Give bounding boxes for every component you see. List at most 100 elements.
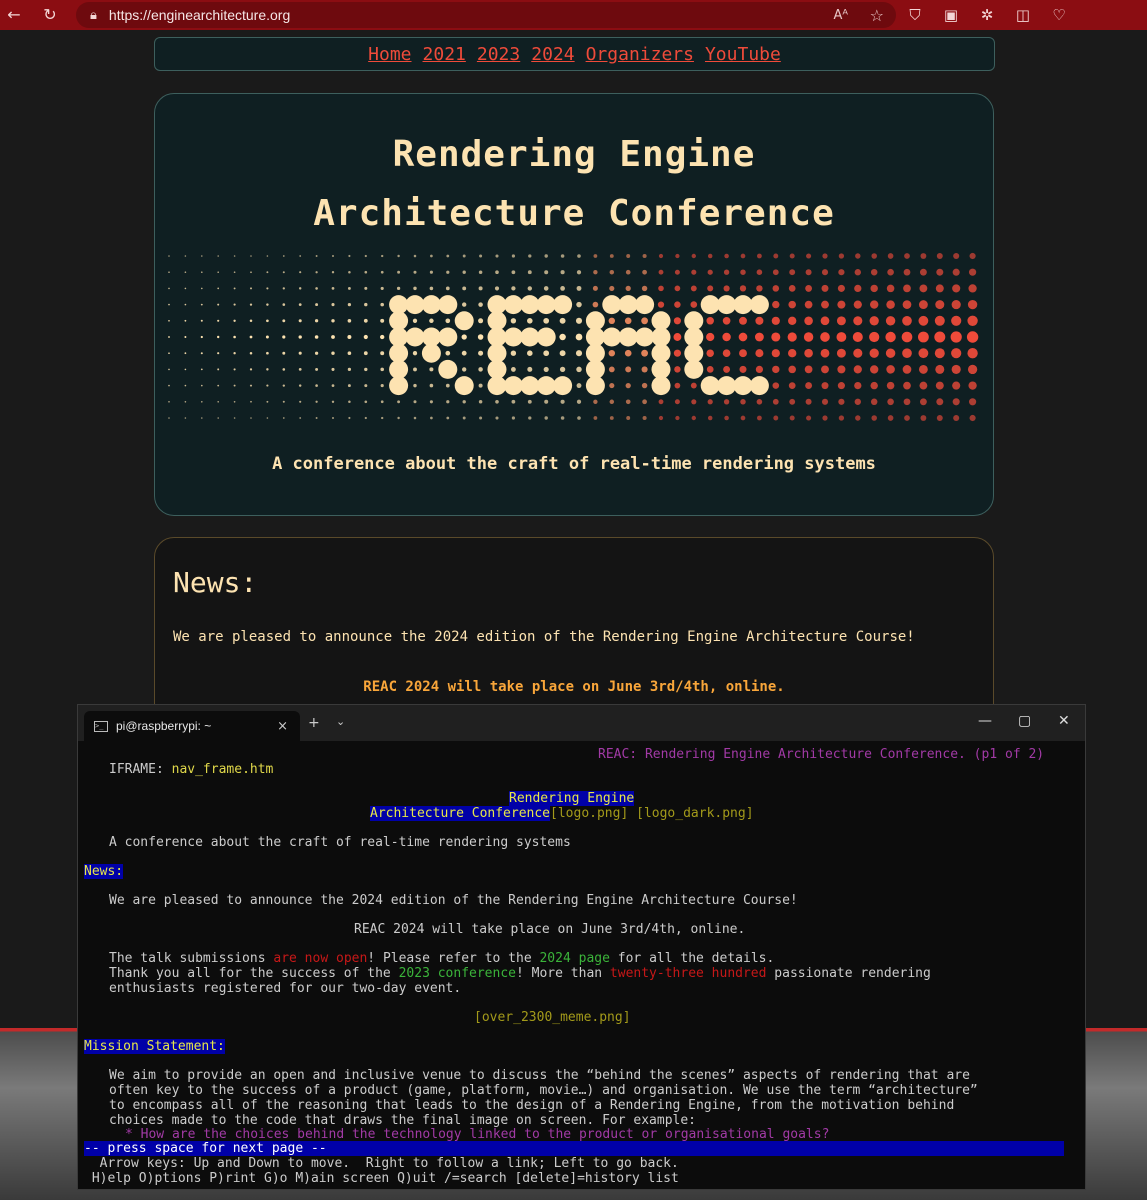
logo-background-dot (952, 268, 960, 276)
logo-background-dot (625, 366, 632, 373)
nav-link-2024[interactable]: 2024 (531, 44, 574, 65)
logo-background-dot (838, 415, 845, 421)
logo-background-dot (282, 319, 286, 323)
logo-background-dot (674, 399, 680, 405)
logo-background-dot (691, 269, 697, 275)
tab-close-icon[interactable]: × (277, 719, 288, 734)
logo-background-dot (250, 417, 252, 419)
new-tab-icon[interactable]: + (308, 715, 320, 731)
lynx-status-bar: -- press space for next page -- (84, 1141, 1064, 1156)
link-2024-page[interactable]: 2024 page (539, 951, 609, 966)
split-screen-icon[interactable]: ◫ (1012, 6, 1034, 24)
logo-background-dot (919, 284, 928, 293)
nav-link-2021[interactable]: 2021 (423, 44, 466, 65)
lynx-help-2: H)elp O)ptions P)rint G)o M)ain screen Q… (84, 1171, 679, 1186)
logo-background-dot (446, 254, 450, 258)
logo-background-dot (593, 399, 598, 404)
logo-background-dot (430, 416, 433, 420)
logo-background-dot (299, 255, 302, 257)
logo-background-dot (853, 365, 862, 374)
terminal-content[interactable]: REAC: Rendering Engine Architecture Conf… (78, 741, 1085, 1189)
logo-background-dot (951, 364, 961, 374)
logo-background-dot (266, 384, 269, 387)
terminal-icon: >_ (94, 720, 108, 732)
back-icon[interactable]: ← (2, 5, 26, 24)
close-icon[interactable]: ✕ (1058, 713, 1070, 729)
nav-link-organizers[interactable]: Organizers (586, 44, 694, 65)
nav-link-youtube[interactable]: YouTube (705, 44, 781, 65)
logo-background-dot (756, 269, 763, 275)
hero-title-line2: Architecture Conference (313, 193, 835, 234)
shield-icon[interactable]: ⛉ (904, 6, 926, 24)
logo-background-dot (478, 286, 483, 291)
logo-background-dot (544, 254, 548, 258)
logo-background-dot (626, 416, 631, 420)
logo-background-dot (674, 269, 680, 275)
refresh-icon[interactable]: ↻ (38, 5, 62, 24)
logo-letter-dot (602, 295, 622, 315)
minimize-icon[interactable]: — (978, 713, 992, 729)
logo-background-dot (869, 348, 879, 358)
logo-background-dot (282, 384, 285, 387)
chevron-down-icon[interactable]: ⌄ (336, 715, 345, 728)
link-2023-conference[interactable]: 2023 conference (399, 966, 516, 981)
logo-background-dot (690, 285, 697, 292)
logo-background-dot (789, 269, 796, 276)
link-twenty-three-hundred[interactable]: twenty-three hundred (610, 966, 767, 981)
link-submissions-open[interactable]: are now open (273, 951, 367, 966)
logo-background-dot (723, 365, 731, 373)
logo-letter-dot (438, 327, 458, 347)
iframe-link[interactable]: nav_frame.htm (172, 762, 274, 777)
logo-background-dot (576, 399, 582, 404)
lynx-bullet: * How are the choices behind the technol… (125, 1127, 830, 1142)
logo-background-dot (511, 399, 516, 404)
logo-background-dot (364, 286, 368, 290)
logo-background-dot (233, 384, 236, 387)
logo-background-dot (331, 271, 335, 274)
logo-background-dot (331, 335, 335, 339)
logo-letter-dot (553, 295, 573, 315)
logo-background-dot (625, 285, 631, 292)
logo-background-dot (201, 287, 203, 290)
logo-background-dot (298, 287, 302, 290)
logo-background-dot (314, 351, 319, 355)
url-text[interactable]: https://enginearchitecture.org (109, 7, 290, 23)
logo-background-dot (314, 319, 319, 323)
maximize-icon[interactable]: ▢ (1018, 713, 1031, 729)
lynx-thanks: Thank you all for the success of the 202… (109, 966, 931, 981)
nav-link-2023[interactable]: 2023 (477, 44, 520, 65)
logo-background-dot (559, 317, 566, 324)
logo-background-dot (674, 366, 681, 373)
logo-background-dot (527, 286, 533, 291)
save-icon[interactable]: ▣ (940, 6, 962, 24)
logo-background-dot (249, 351, 253, 355)
heart-pulse-icon[interactable]: ♡ (1048, 6, 1070, 24)
lock-icon[interactable]: 🔒︎ (90, 8, 97, 23)
logo-background-dot (755, 316, 764, 325)
logo-background-dot (200, 368, 203, 371)
read-aloud-icon[interactable]: Aᴬ (834, 8, 849, 23)
logo-background-dot (266, 319, 269, 323)
nav-link-home[interactable]: Home (368, 44, 411, 65)
logo-background-dot (413, 270, 417, 274)
hero-title-line1: Rendering Engine (392, 134, 756, 175)
terminal-tab[interactable]: >_ pi@raspberrypi: ~ × (84, 711, 300, 741)
logo-background-dot (855, 253, 861, 259)
logo-background-dot (918, 315, 929, 326)
logo-background-dot (577, 416, 581, 420)
logo-background-dot (380, 351, 385, 356)
logo-letter-dot (405, 295, 425, 315)
logo-background-dot (576, 366, 582, 373)
logo-background-dot (821, 365, 829, 374)
extension-icon[interactable]: ✲ (976, 6, 998, 24)
lynx-title-line1[interactable]: Rendering Engine (509, 791, 635, 806)
logo-background-dot (397, 416, 400, 420)
logo-background-dot (380, 318, 385, 323)
address-bar[interactable]: 🔒︎ https://enginearchitecture.org Aᴬ ☆ (76, 2, 896, 28)
logo-background-dot (559, 366, 566, 373)
lynx-title-link[interactable]: Architecture Conference (370, 806, 551, 821)
terminal-window[interactable]: >_ pi@raspberrypi: ~ × + ⌄ — ▢ ✕ REAC: R… (77, 704, 1086, 1190)
logo-background-dot (723, 285, 730, 292)
logo-background-dot (918, 300, 928, 310)
favorite-star-icon[interactable]: ☆ (870, 6, 884, 25)
